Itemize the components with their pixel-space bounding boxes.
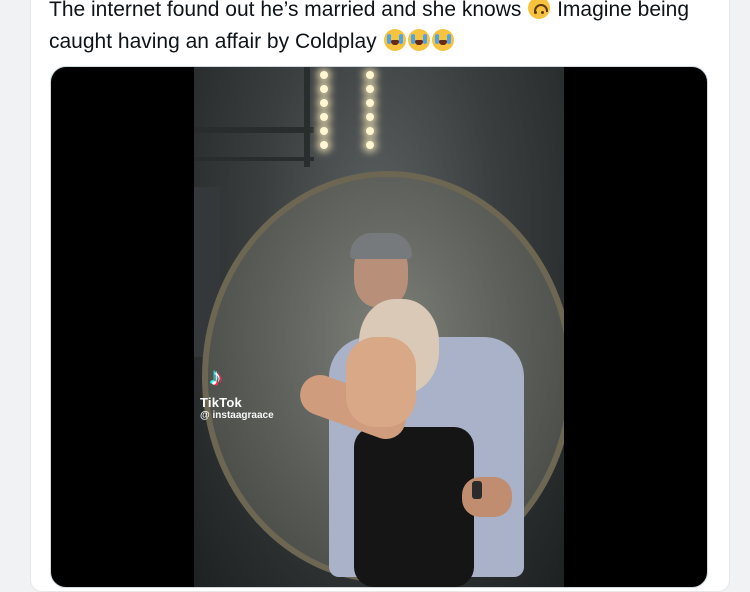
watch-icon [472,481,482,499]
woman-figure [354,427,474,587]
tweet-text-part1: The internet found out he’s married and … [49,0,522,21]
crying-face-emoji-icon [431,29,454,51]
man-hand [462,477,512,517]
crying-face-emoji-icon [407,29,430,51]
tiktok-handle: @ instaagraace [200,410,274,421]
upside-down-face-emoji-icon [528,0,551,19]
woman-hands [346,337,416,427]
stage-truss [194,157,314,161]
stage-truss [304,67,310,167]
man-hair [350,233,412,259]
tiktok-brand: TikTok [200,395,242,410]
stage-truss [194,127,314,133]
video-frame[interactable]: ♪ TikTok @ instaagraace [194,67,564,587]
tweet-video-player[interactable]: ♪ TikTok @ instaagraace [50,66,708,588]
tiktok-watermark: ♪ TikTok @ instaagraace [200,364,274,422]
stage-lights-right [366,71,374,155]
stage-lights-left [320,71,328,155]
crying-face-emoji-icon [383,29,406,51]
tweet-text: The internet found out he’s married and … [49,0,709,58]
tiktok-logo-icon: ♪ [210,364,222,391]
